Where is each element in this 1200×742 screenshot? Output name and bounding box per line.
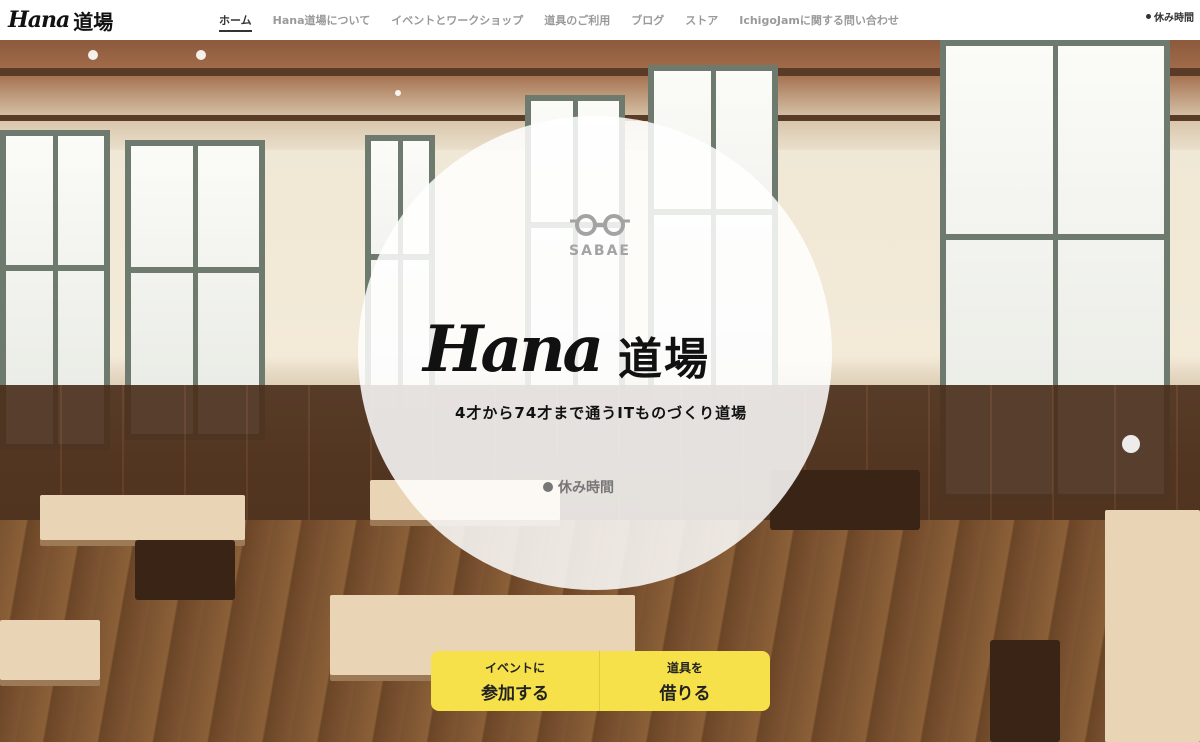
header-status-text: 休み時間 xyxy=(1154,13,1194,24)
status-dot-icon xyxy=(1146,14,1151,19)
join-event-big-label: 参加する xyxy=(481,683,549,704)
logo-script: Hana xyxy=(8,7,70,33)
hero-status-text: 休み時間 xyxy=(558,480,614,496)
nav-item-events[interactable]: イベントとワークショップ xyxy=(391,12,523,28)
hero-title-script: Hana xyxy=(423,312,604,387)
table xyxy=(1105,510,1200,742)
table xyxy=(0,620,100,680)
borrow-tools-button[interactable]: 道具を 借りる xyxy=(600,651,770,711)
hero-title: Hana 道場 xyxy=(423,305,783,400)
status-dot-icon xyxy=(543,482,553,492)
nav-item-blog[interactable]: ブログ xyxy=(631,12,664,28)
logo-kanji: 道場 xyxy=(73,9,114,34)
chair xyxy=(135,540,235,600)
nav-item-about[interactable]: Hana道場について xyxy=(273,12,371,28)
snow-particle xyxy=(196,50,206,60)
borrow-tools-big-label: 借りる xyxy=(659,683,711,704)
borrow-tools-small-label: 道具を xyxy=(666,660,703,675)
sabae-logo: SABAE xyxy=(563,213,637,259)
glasses-icon xyxy=(570,214,630,236)
main-nav: ホーム Hana道場について イベントとワークショップ 道具のご利用 ブログ ス… xyxy=(219,0,920,40)
sabae-label: SABAE xyxy=(569,243,631,259)
nav-item-tools[interactable]: 道具のご利用 xyxy=(544,12,610,28)
chair xyxy=(990,640,1060,742)
snow-particle xyxy=(1122,435,1140,453)
join-event-small-label: イベントに xyxy=(484,660,545,675)
site-logo[interactable]: Hana 道場 xyxy=(8,6,113,34)
nav-item-ichigojam-contact[interactable]: IchigoJamに関する問い合わせ xyxy=(739,12,899,28)
nav-item-home[interactable]: ホーム xyxy=(219,12,252,32)
hero-status: 休み時間 xyxy=(543,477,614,497)
header-status: 休み時間 xyxy=(1146,9,1194,24)
join-event-button[interactable]: イベントに 参加する xyxy=(431,651,600,711)
hero-tagline: 4才から74才まで通うITものづくり道場 xyxy=(455,404,748,422)
nav-item-store[interactable]: ストア xyxy=(685,12,718,28)
snow-particle xyxy=(88,50,98,60)
snow-particle xyxy=(395,90,401,96)
table xyxy=(40,495,245,540)
hero-title-kanji: 道場 xyxy=(618,334,710,385)
site-header: Hana 道場 ホーム Hana道場について イベントとワークショップ 道具のご… xyxy=(0,0,1200,40)
